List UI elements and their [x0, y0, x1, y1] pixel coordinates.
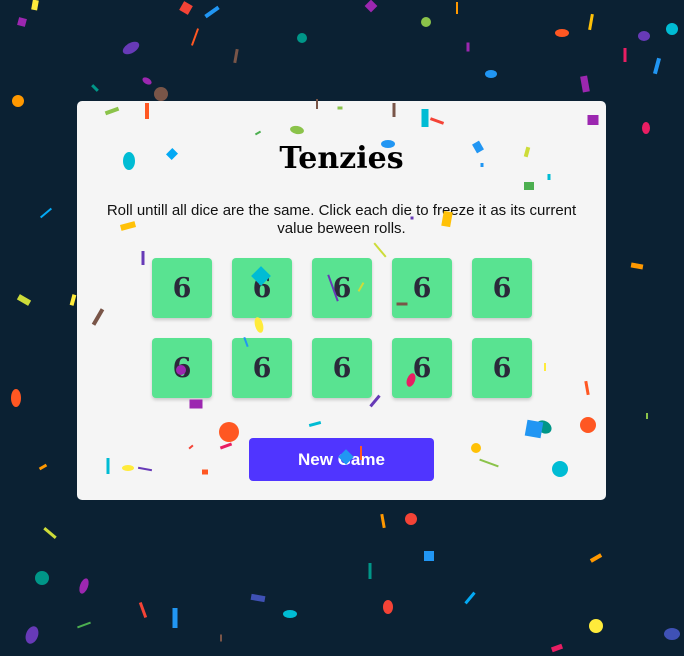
- confetti-piece: [43, 527, 57, 539]
- die-5[interactable]: 6: [472, 258, 532, 318]
- die-4[interactable]: 6: [392, 258, 452, 318]
- confetti-piece: [233, 48, 239, 64]
- confetti-piece: [623, 48, 627, 62]
- confetti-piece: [664, 628, 680, 640]
- confetti-piece: [283, 610, 297, 618]
- confetti-piece: [580, 75, 590, 93]
- confetti-piece: [31, 0, 39, 11]
- app-background: Tenzies Roll untill all dice are the sam…: [0, 0, 684, 656]
- confetti-piece: [220, 634, 222, 642]
- confetti-piece: [69, 294, 77, 306]
- confetti-piece: [11, 389, 21, 407]
- confetti-piece: [485, 70, 497, 78]
- confetti-piece: [250, 593, 266, 603]
- confetti-piece: [588, 13, 594, 31]
- confetti-piece: [424, 551, 434, 561]
- confetti-piece: [550, 643, 564, 653]
- confetti-piece: [364, 0, 378, 13]
- confetti-piece: [142, 77, 152, 85]
- confetti-piece: [405, 513, 417, 525]
- die-3[interactable]: 6: [312, 258, 372, 318]
- confetti-piece: [35, 571, 49, 585]
- confetti-piece: [642, 122, 650, 134]
- confetti-piece: [638, 31, 650, 41]
- die-10[interactable]: 6: [472, 338, 532, 398]
- game-card: Tenzies Roll untill all dice are the sam…: [77, 101, 606, 500]
- confetti-piece: [456, 2, 458, 14]
- die-2[interactable]: 6: [232, 258, 292, 318]
- die-9[interactable]: 6: [392, 338, 452, 398]
- confetti-piece: [464, 591, 476, 605]
- confetti-piece: [646, 413, 648, 419]
- confetti-piece: [154, 87, 168, 101]
- confetti-piece: [190, 28, 200, 46]
- dice-grid: 6 6 6 6 6 6 6 6 6 6: [152, 258, 532, 398]
- confetti-piece: [138, 601, 148, 619]
- instructions-text: Roll untill all dice are the same. Click…: [106, 202, 577, 237]
- confetti-piece: [25, 626, 39, 644]
- confetti-piece: [12, 95, 24, 107]
- confetti-piece: [421, 17, 431, 27]
- confetti-piece: [589, 553, 603, 563]
- confetti-piece: [16, 294, 32, 306]
- new-game-button[interactable]: New Game: [249, 438, 434, 481]
- confetti-piece: [38, 463, 48, 471]
- die-1[interactable]: 6: [152, 258, 212, 318]
- confetti-piece: [589, 619, 603, 633]
- confetti-piece: [630, 262, 644, 270]
- confetti-piece: [79, 578, 89, 594]
- confetti-piece: [77, 621, 91, 629]
- confetti-piece: [17, 17, 27, 27]
- confetti-piece: [297, 33, 307, 43]
- confetti-piece: [39, 207, 53, 219]
- confetti-piece: [466, 42, 470, 52]
- confetti-piece: [204, 5, 220, 19]
- die-7[interactable]: 6: [232, 338, 292, 398]
- die-8[interactable]: 6: [312, 338, 372, 398]
- page-title: Tenzies: [279, 141, 404, 176]
- confetti-piece: [380, 513, 386, 529]
- confetti-piece: [555, 29, 569, 37]
- confetti-piece: [172, 608, 178, 628]
- confetti-piece: [122, 41, 140, 55]
- confetti-piece: [91, 84, 99, 92]
- die-6[interactable]: 6: [152, 338, 212, 398]
- confetti-piece: [652, 57, 662, 75]
- confetti-piece: [368, 563, 372, 579]
- confetti-piece: [179, 1, 193, 15]
- confetti-piece: [383, 600, 393, 614]
- confetti-piece: [666, 23, 678, 35]
